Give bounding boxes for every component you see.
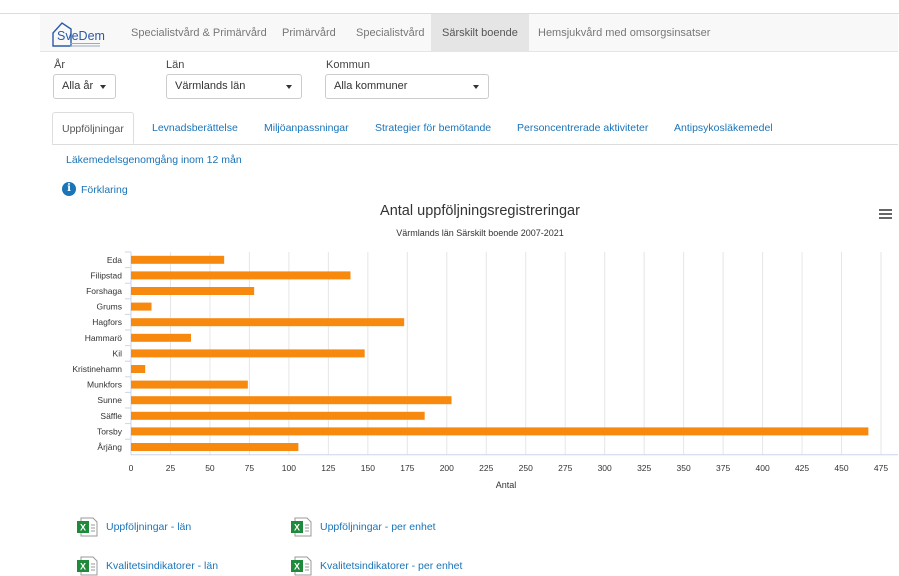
tab-personcentrerade-aktiviteter[interactable]: Personcentrerade aktiviteter <box>508 112 657 144</box>
bar <box>131 255 225 264</box>
download-label: Kvalitetsindikatorer - per enhet <box>320 560 463 572</box>
year-select-value: Alla år <box>62 80 94 92</box>
y-category-label: Hammarö <box>85 333 123 343</box>
y-category-label: Grums <box>97 302 123 312</box>
x-tick-label: 50 <box>205 463 215 473</box>
nav-item-specialistvård[interactable]: Specialistvård <box>345 14 435 52</box>
bar <box>131 349 365 358</box>
x-tick-label: 150 <box>361 463 375 473</box>
chart-subtitle: Värmlands län Särskilt boende 2007-2021 <box>396 228 564 238</box>
bar <box>131 318 405 327</box>
chevron-down-icon <box>473 85 479 89</box>
x-tick-label: 125 <box>321 463 335 473</box>
x-tick-label: 0 <box>129 463 134 473</box>
chart-menu-icon[interactable] <box>879 209 892 220</box>
bar <box>131 287 255 295</box>
x-tick-label: 175 <box>400 463 414 473</box>
y-category-label: Kil <box>113 348 123 358</box>
x-tick-label: 400 <box>755 463 769 473</box>
y-category-label: Sunne <box>97 395 122 405</box>
chevron-down-icon <box>100 85 106 89</box>
bar <box>131 333 191 342</box>
bar <box>131 302 152 311</box>
chart-title: Antal uppföljningsregistreringar <box>380 203 580 219</box>
x-tick-label: 450 <box>834 463 848 473</box>
svg-text:X: X <box>80 562 86 572</box>
y-category-label: Årjäng <box>97 442 122 452</box>
bar-chart: 0 25 50 75 100 125 150 175 200 225 250 275 300 325 350… <box>72 251 898 490</box>
info-icon: i <box>62 182 76 196</box>
download-label: Kvalitetsindikatorer - län <box>106 560 219 572</box>
nav-item-hemsjukvård-med-omsorgsinsatser[interactable]: Hemsjukvård med omsorgsinsatser <box>527 14 721 52</box>
excel-icon: X <box>77 517 98 537</box>
tab-uppfoljningar[interactable]: Uppföljningar <box>52 112 134 144</box>
x-tick-label: 25 <box>166 463 176 473</box>
excel-icon: X <box>77 556 98 576</box>
tab-lakemedelsgenomgang[interactable]: Läkemedelsgenomgång inom 12 mån <box>57 144 251 176</box>
x-axis-label: Antal <box>496 480 517 490</box>
county-filter-label: Län <box>166 59 185 71</box>
svg-text:X: X <box>80 523 86 533</box>
municipality-select-value: Alla kommuner <box>334 80 408 92</box>
tab-strategier-for-bemotande[interactable]: Strategier för bemötande <box>366 112 500 144</box>
municipality-filter-label: Kommun <box>326 59 371 71</box>
chevron-down-icon <box>286 85 292 89</box>
x-tick-label: 375 <box>716 463 730 473</box>
y-category-label: Munkfors <box>87 380 122 390</box>
x-tick-label: 200 <box>440 463 454 473</box>
logo-text: SveDem <box>57 29 105 43</box>
x-tick-label: 75 <box>245 463 255 473</box>
y-category-label: Eda <box>107 255 122 265</box>
nav-item-särskilt-boende[interactable]: Särskilt boende <box>431 14 529 52</box>
nav-item-primärvård[interactable]: Primärvård <box>271 14 347 52</box>
y-category-label: Torsby <box>97 426 123 436</box>
x-tick-label: 350 <box>677 463 691 473</box>
bar <box>131 271 351 280</box>
year-filter-label: År <box>54 59 65 71</box>
bar <box>131 411 425 420</box>
x-tick-label: 300 <box>598 463 612 473</box>
y-category-label: Kristinehamn <box>72 364 122 374</box>
tab-miljoanpassningar[interactable]: Miljöanpassningar <box>255 112 358 144</box>
municipality-select[interactable]: Alla kommuner <box>325 74 489 99</box>
y-category-label: Filipstad <box>90 270 122 280</box>
county-select[interactable]: Värmlands län <box>166 74 302 99</box>
bar <box>131 427 869 436</box>
bar <box>131 396 452 405</box>
x-tick-label: 275 <box>558 463 572 473</box>
forklaring-label: Förklaring <box>81 184 128 196</box>
y-category-label: Säffle <box>100 411 122 421</box>
tab-levnadsberattelse[interactable]: Levnadsberättelse <box>143 112 247 144</box>
bar <box>131 443 299 451</box>
download-label: Uppföljningar - per enhet <box>320 521 436 533</box>
y-category-label: Hagfors <box>92 317 122 327</box>
x-tick-label: 225 <box>479 463 493 473</box>
svg-text:X: X <box>294 523 300 533</box>
excel-icon: X <box>291 556 312 576</box>
download-label: Uppföljningar - län <box>106 521 192 533</box>
svedem-logo[interactable]: SveDem <box>50 19 105 49</box>
excel-icon: X <box>291 517 312 537</box>
x-tick-label: 100 <box>282 463 296 473</box>
svg-text:X: X <box>294 562 300 572</box>
year-select[interactable]: Alla år <box>53 74 116 99</box>
bar <box>131 365 146 373</box>
y-category-label: Forshaga <box>86 286 122 296</box>
x-tick-label: 425 <box>795 463 809 473</box>
top-navbar: SveDem Specialistvård & Primärvård Primär… <box>40 14 898 52</box>
nav-item-specialistvård-primärvård[interactable]: Specialistvård & Primärvård <box>120 14 278 52</box>
x-tick-label: 250 <box>519 463 533 473</box>
tab-antipsykoslakemedel[interactable]: Antipsykosläkemedel <box>665 112 782 144</box>
x-tick-label: 325 <box>637 463 651 473</box>
bar <box>131 380 248 389</box>
x-tick-label: 475 <box>874 463 888 473</box>
county-select-value: Värmlands län <box>175 80 246 92</box>
